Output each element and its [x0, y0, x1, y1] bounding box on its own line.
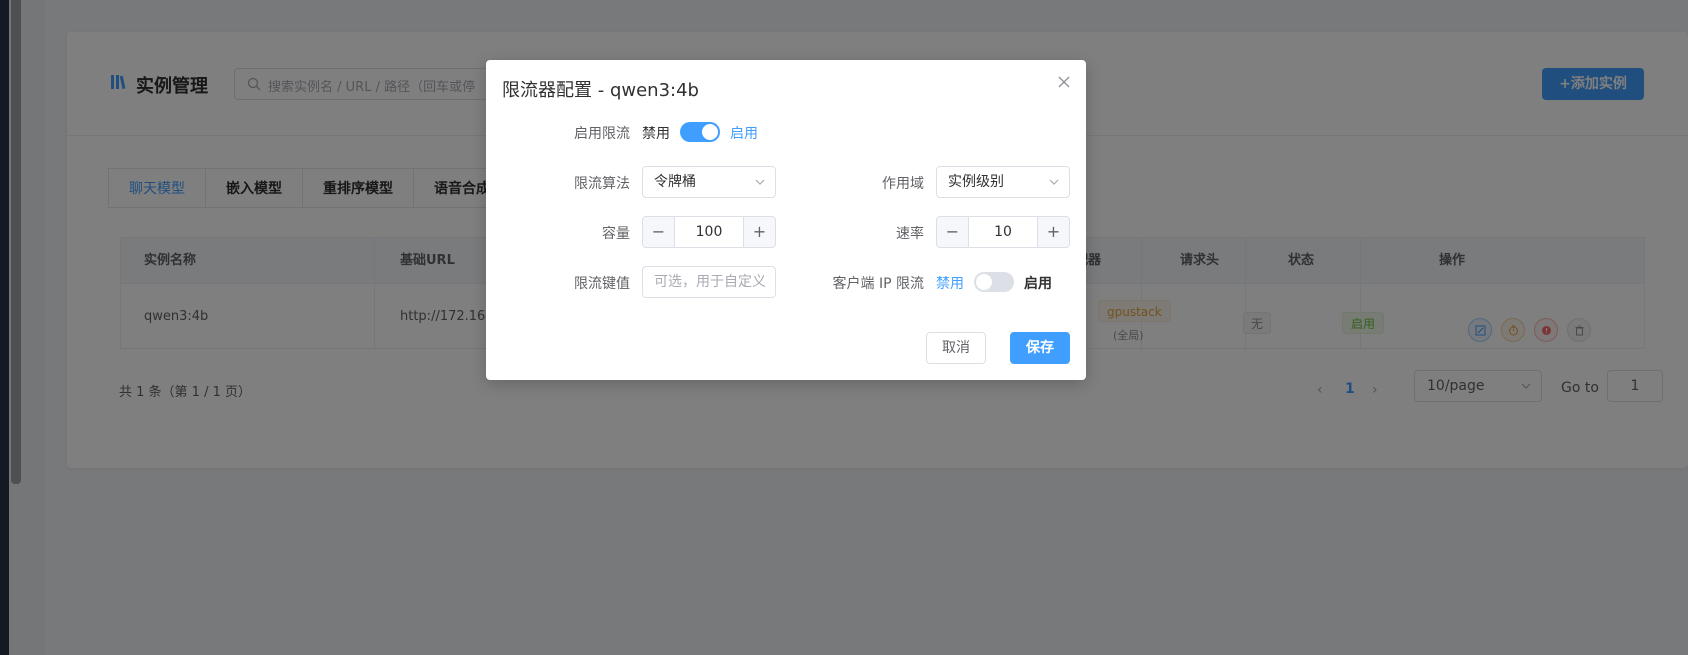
switch-knob	[976, 274, 992, 290]
chevron-down-icon	[755, 179, 765, 185]
rate-label: 速率	[896, 226, 924, 242]
limit-key-input[interactable]: 可选，用于自定义	[642, 266, 776, 298]
enable-rate-limit-switch[interactable]	[680, 122, 720, 142]
client-ip-on-text: 启用	[1024, 276, 1052, 292]
capacity-value[interactable]: 100	[675, 217, 743, 247]
limit-key-placeholder: 可选，用于自定义	[654, 274, 766, 290]
algorithm-value: 令牌桶	[654, 174, 696, 190]
algorithm-select[interactable]: 令牌桶	[642, 166, 776, 198]
rate-decrement-button[interactable]: −	[937, 217, 969, 247]
enable-on-text: 启用	[730, 126, 758, 142]
capacity-increment-button[interactable]: +	[743, 217, 775, 247]
enable-rate-limit-label: 启用限流	[574, 126, 630, 142]
limit-key-label: 限流键值	[574, 276, 630, 292]
enable-off-text: 禁用	[642, 126, 670, 142]
cancel-button[interactable]: 取消	[926, 332, 986, 364]
capacity-decrement-button[interactable]: −	[643, 217, 675, 247]
client-ip-label: 客户端 IP 限流	[832, 276, 924, 292]
save-button[interactable]: 保存	[1010, 332, 1070, 364]
rate-value[interactable]: 10	[969, 217, 1037, 247]
rate-increment-button[interactable]: +	[1037, 217, 1069, 247]
scope-value: 实例级别	[948, 174, 1004, 190]
client-ip-off-text: 禁用	[936, 276, 964, 292]
chevron-down-icon	[1049, 179, 1059, 185]
rate-stepper: − 10 +	[936, 216, 1070, 248]
capacity-label: 容量	[602, 226, 630, 242]
switch-knob	[702, 124, 718, 140]
rate-limiter-dialog: 限流器配置 - qwen3:4b 启用限流 禁用 启用 限流算法 令牌桶 作用域…	[486, 60, 1086, 380]
capacity-stepper: − 100 +	[642, 216, 776, 248]
client-ip-switch[interactable]	[974, 272, 1014, 292]
algorithm-label: 限流算法	[574, 176, 630, 192]
scope-select[interactable]: 实例级别	[936, 166, 1070, 198]
scope-label: 作用域	[882, 176, 924, 192]
close-icon[interactable]	[1056, 74, 1072, 90]
dialog-title: 限流器配置 - qwen3:4b	[502, 80, 699, 101]
